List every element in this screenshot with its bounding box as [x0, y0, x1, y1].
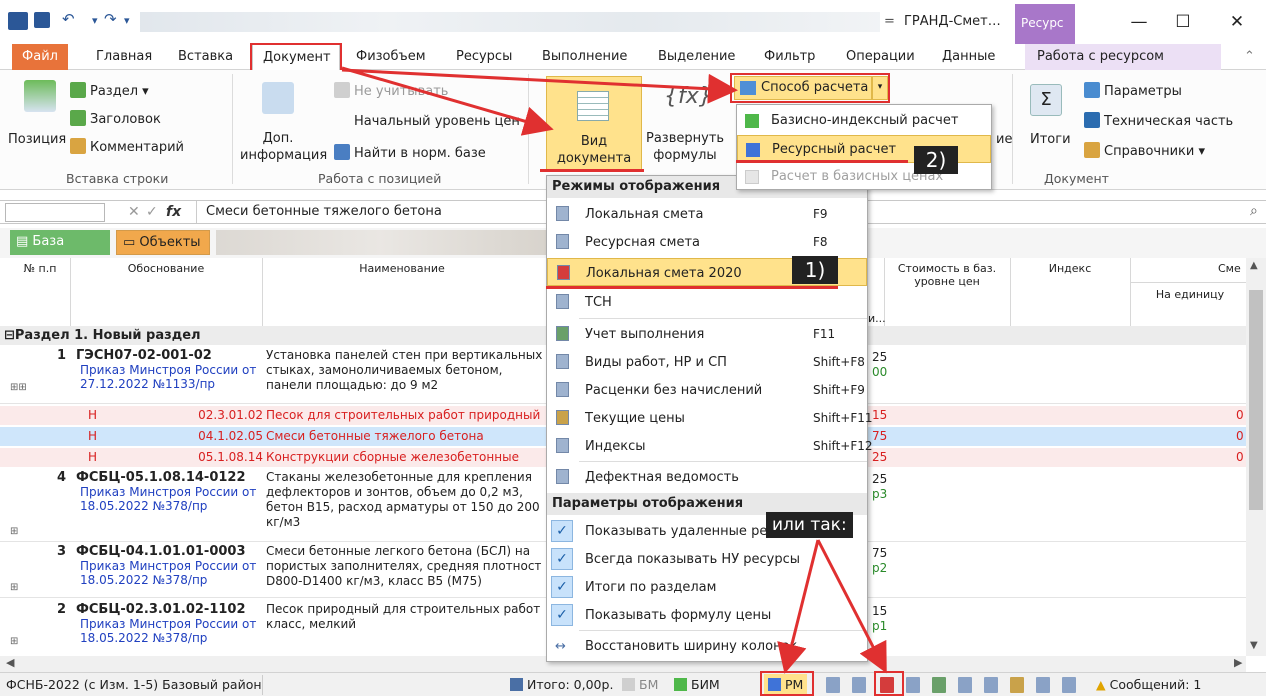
arrow-to-local-2020-icon — [816, 539, 887, 674]
annotation-arrows — [341, 66, 887, 674]
arrow-to-rm-button — [777, 539, 820, 674]
arrow-to-calc-method — [341, 68, 738, 104]
arrow-to-doc-view — [341, 66, 554, 136]
